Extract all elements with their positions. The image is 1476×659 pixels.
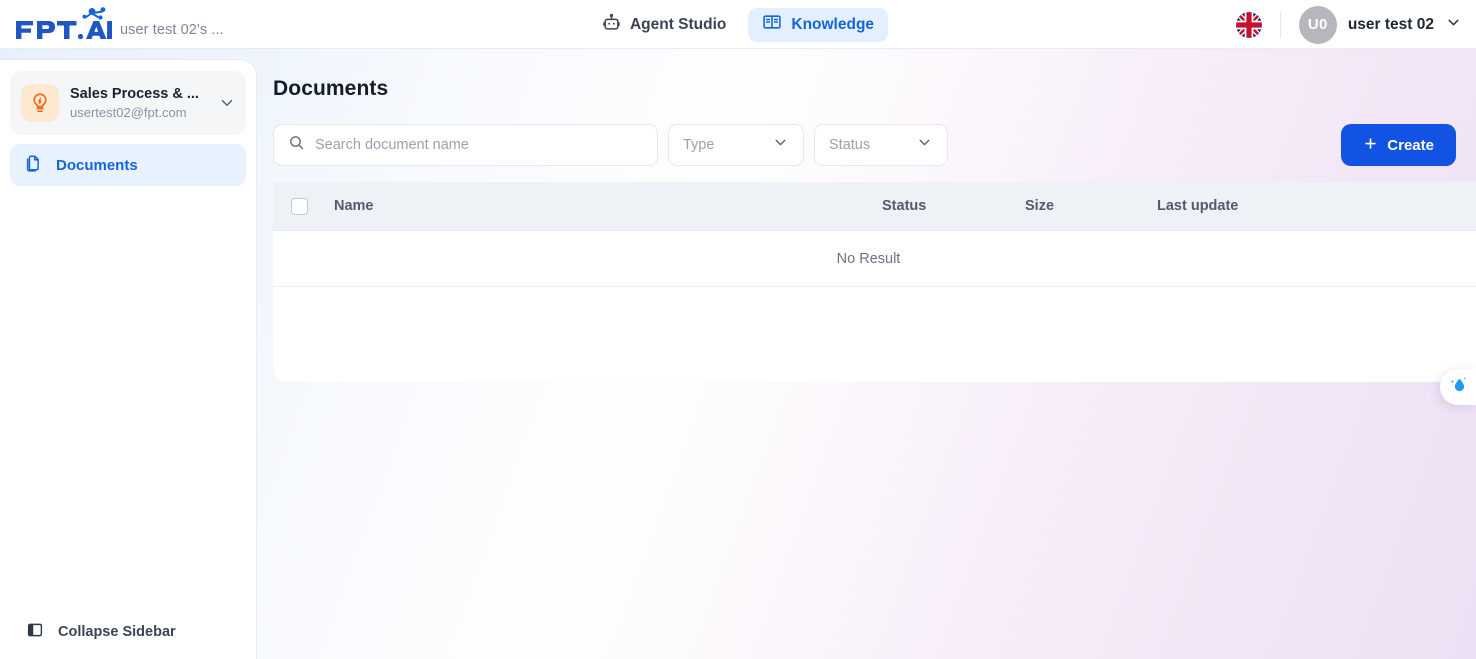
sidebar: Sales Process & ... usertest02@fpt.com D… (0, 60, 256, 659)
assistant-widget-button[interactable] (1440, 369, 1476, 405)
fpt-ai-logo-icon (16, 7, 112, 40)
knowledge-base-text: Sales Process & ... usertest02@fpt.com (70, 85, 207, 122)
uk-flag-icon[interactable] (1235, 11, 1262, 38)
column-header-name[interactable]: Name (334, 198, 882, 214)
panel-collapse-icon (26, 621, 44, 644)
search-icon (288, 134, 305, 156)
chevron-down-icon (1445, 14, 1462, 36)
sidebar-navigation: Documents (10, 144, 246, 186)
select-all-checkbox[interactable] (291, 197, 308, 215)
avatar: U0 (1298, 5, 1337, 44)
search-document-box[interactable] (273, 124, 658, 166)
type-filter-dropdown[interactable]: Type (668, 124, 804, 166)
documents-table: Name Status Size Last update No Result (273, 182, 1476, 382)
column-header-status[interactable]: Status (882, 198, 1025, 214)
lightbulb-icon (21, 84, 59, 122)
create-button-label: Create (1387, 136, 1434, 154)
status-filter-label: Status (829, 137, 871, 153)
collapse-sidebar-button[interactable]: Collapse Sidebar (0, 605, 256, 659)
nav-label-knowledge: Knowledge (791, 15, 875, 33)
brand[interactable]: user test 02's ... (0, 7, 224, 41)
status-filter-dropdown[interactable]: Status (814, 124, 948, 166)
chevron-down-icon (916, 134, 933, 156)
top-header: user test 02's ... Agent Studio Knowledg… (0, 0, 1476, 49)
book-icon (762, 12, 782, 37)
page-title: Documents (273, 77, 389, 100)
plus-icon (1363, 136, 1378, 155)
sidebar-item-documents[interactable]: Documents (10, 144, 246, 186)
water-drop-sparkle-icon (1447, 374, 1469, 401)
nav-label-agent-studio: Agent Studio (629, 15, 727, 33)
no-result-message: No Result (836, 250, 901, 267)
table-header-row: Name Status Size Last update (273, 182, 1476, 231)
column-header-last-update[interactable]: Last update (1157, 198, 1337, 214)
user-menu[interactable]: U0 user test 02 (1298, 5, 1462, 44)
collapse-sidebar-label: Collapse Sidebar (58, 624, 176, 640)
create-button[interactable]: Create (1341, 124, 1456, 166)
documents-toolbar: Type Status Create (273, 124, 1466, 166)
main-content: Documents Type Status (256, 49, 1476, 659)
nav-item-agent-studio[interactable]: Agent Studio (588, 8, 740, 42)
workspace-label: user test 02's ... (120, 22, 224, 38)
table-footer (273, 287, 1476, 347)
search-input[interactable] (315, 137, 643, 153)
user-name-label: user test 02 (1347, 15, 1434, 33)
knowledge-base-title: Sales Process & ... (70, 85, 199, 102)
knowledge-base-email: usertest02@fpt.com (70, 104, 187, 120)
column-header-size[interactable]: Size (1025, 198, 1157, 214)
table-empty-row: No Result (273, 231, 1476, 287)
header-right-controls: U0 user test 02 (1235, 0, 1462, 49)
knowledge-base-selector[interactable]: Sales Process & ... usertest02@fpt.com (10, 71, 246, 135)
documents-icon (24, 154, 43, 177)
nav-item-knowledge[interactable]: Knowledge (748, 7, 889, 42)
header-divider (1279, 11, 1281, 38)
type-filter-label: Type (683, 137, 715, 153)
chevron-down-icon (218, 94, 236, 112)
sidebar-item-label: Documents (56, 156, 138, 174)
robot-icon (602, 13, 621, 37)
chevron-down-icon (772, 134, 789, 156)
